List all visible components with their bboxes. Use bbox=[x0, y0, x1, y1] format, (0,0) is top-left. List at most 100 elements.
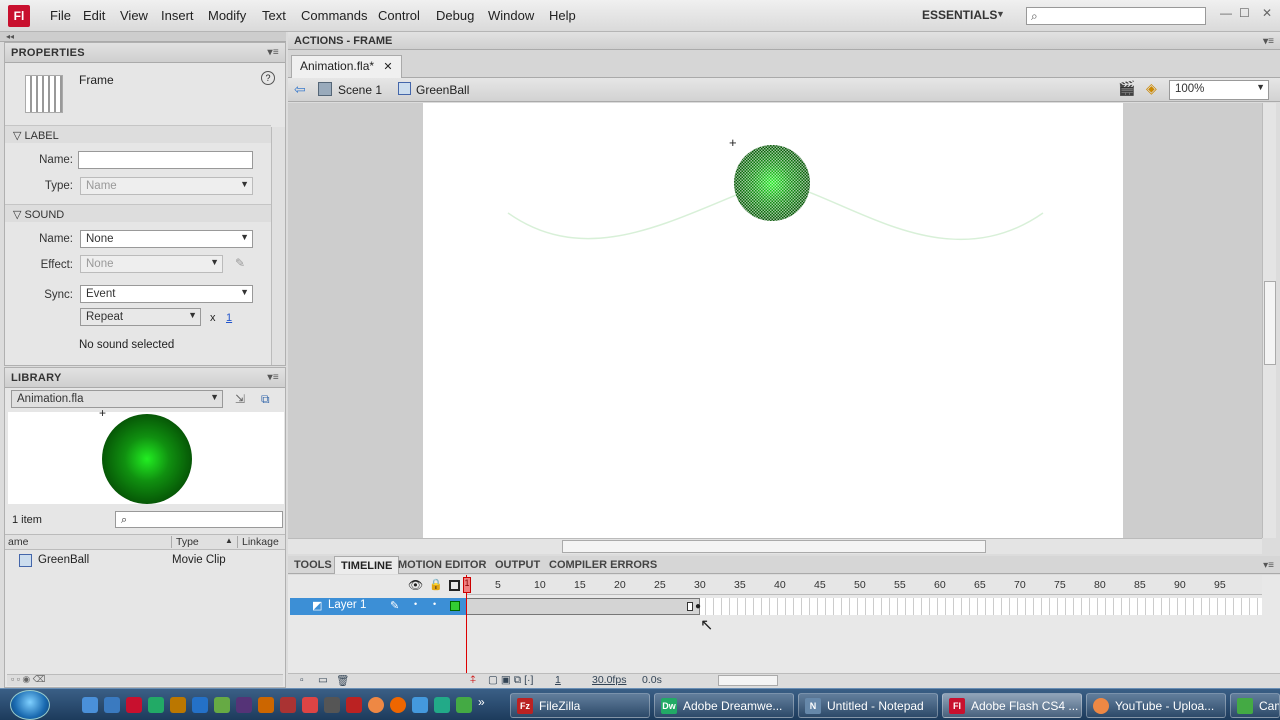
panel-menu-icon[interactable]: ▾≡ bbox=[1263, 560, 1274, 571]
task-filezilla[interactable]: Fz FileZilla bbox=[510, 693, 650, 718]
menu-help[interactable]: Help bbox=[549, 8, 576, 23]
breadcrumb-symbol[interactable]: GreenBall bbox=[416, 83, 469, 97]
help-icon[interactable]: ? bbox=[261, 71, 275, 85]
quicklaunch-flash-icon[interactable] bbox=[126, 697, 142, 713]
stage[interactable]: + bbox=[423, 103, 1123, 538]
zoom-select[interactable]: 100% ▼ bbox=[1169, 80, 1269, 100]
frame-name-input[interactable] bbox=[78, 151, 253, 169]
quicklaunch-app-icon[interactable] bbox=[280, 697, 296, 713]
repeat-select[interactable]: Repeat ▼ bbox=[80, 308, 201, 326]
close-tab-icon[interactable]: ✕ bbox=[383, 61, 392, 73]
actions-panel-header[interactable]: ACTIONS - FRAME ▾≡ bbox=[288, 32, 1280, 50]
new-layer-icon[interactable]: ▫ bbox=[300, 674, 304, 686]
col-linkage[interactable]: Linkage bbox=[237, 536, 279, 548]
edit-symbols-icon[interactable]: ◈ bbox=[1146, 80, 1157, 97]
quicklaunch-firefox-icon[interactable] bbox=[390, 697, 406, 713]
sound-section-header[interactable]: ▽ SOUND bbox=[5, 204, 271, 222]
quicklaunch-premiere-icon[interactable] bbox=[236, 697, 252, 713]
green-ball-instance[interactable] bbox=[734, 145, 810, 221]
document-tab[interactable]: Animation.fla* ✕ bbox=[291, 55, 402, 79]
menu-debug[interactable]: Debug bbox=[436, 8, 474, 23]
timeline-scroll-thumb[interactable] bbox=[718, 675, 778, 686]
quicklaunch-chrome-icon[interactable] bbox=[368, 697, 384, 713]
quicklaunch-photoshop-icon[interactable] bbox=[192, 697, 208, 713]
frame-rate[interactable]: 30.0fps bbox=[592, 674, 626, 686]
quicklaunch-desktop-icon[interactable] bbox=[82, 697, 98, 713]
quicklaunch-app2-icon[interactable] bbox=[434, 697, 450, 713]
quicklaunch-soundbooth-icon[interactable] bbox=[214, 697, 230, 713]
task-flash[interactable]: Fl Adobe Flash CS4 ... bbox=[942, 693, 1082, 718]
quicklaunch-illustrator-icon[interactable] bbox=[258, 697, 274, 713]
workspace-switcher[interactable]: ESSENTIALS bbox=[922, 8, 997, 22]
quicklaunch-ie-icon[interactable] bbox=[412, 697, 428, 713]
quicklaunch-bridge-icon[interactable] bbox=[170, 697, 186, 713]
horizontal-scroll-thumb[interactable] bbox=[562, 540, 986, 553]
menu-modify[interactable]: Modify bbox=[208, 8, 246, 23]
col-name[interactable]: ame bbox=[8, 536, 28, 548]
task-dreamweaver[interactable]: Dw Adobe Dreamwe... bbox=[654, 693, 794, 718]
breadcrumb-scene[interactable]: Scene 1 bbox=[338, 83, 382, 97]
task-notepad[interactable]: N Untitled - Notepad bbox=[798, 693, 938, 718]
menu-window[interactable]: Window bbox=[488, 8, 534, 23]
visibility-dot-icon[interactable]: • bbox=[414, 599, 417, 609]
layer-row[interactable]: ◩ Layer 1 ✎ • • bbox=[290, 598, 466, 615]
delete-layer-icon[interactable]: 🗑 bbox=[336, 674, 349, 687]
center-frame-icon[interactable]: ⍏ bbox=[470, 674, 476, 687]
quicklaunch-acrobat-icon[interactable] bbox=[302, 697, 318, 713]
onion-skin-icons[interactable]: ▢ ▣ ⧉ [·] bbox=[488, 674, 533, 687]
tab-output[interactable]: OUTPUT bbox=[489, 556, 546, 574]
tab-tools[interactable]: TOOLS bbox=[288, 556, 338, 574]
task-chrome[interactable]: YouTube - Uploa... bbox=[1086, 693, 1226, 718]
current-frame[interactable]: 1 bbox=[555, 674, 561, 686]
lock-dot-icon[interactable]: • bbox=[433, 599, 436, 609]
repeat-count[interactable]: 1 bbox=[226, 312, 232, 324]
properties-scrollbar[interactable] bbox=[271, 127, 285, 365]
quicklaunch-dreamweaver-icon[interactable] bbox=[148, 697, 164, 713]
minimize-icon[interactable]: — bbox=[1220, 6, 1232, 20]
panel-collapse-bar[interactable]: ◂◂ bbox=[0, 32, 286, 42]
library-search-input[interactable]: ⌕ bbox=[115, 511, 283, 528]
close-icon[interactable]: ✕ bbox=[1262, 6, 1272, 20]
menu-view[interactable]: View bbox=[120, 8, 148, 23]
sync-select[interactable]: Event ▼ bbox=[80, 285, 253, 303]
sort-asc-icon[interactable]: ▲ bbox=[225, 536, 233, 545]
chevron-right-icon[interactable]: » bbox=[478, 695, 485, 709]
tab-compiler-errors[interactable]: COMPILER ERRORS bbox=[543, 556, 663, 574]
library-row[interactable]: GreenBall Movie Clip bbox=[5, 552, 285, 570]
motion-tween-span[interactable]: ● bbox=[466, 598, 701, 615]
help-search-input[interactable]: ⌕ bbox=[1026, 7, 1206, 25]
panel-menu-icon[interactable]: ▾≡ bbox=[268, 47, 279, 58]
col-type[interactable]: Type bbox=[171, 536, 199, 548]
new-folder-icon[interactable]: ▭ bbox=[318, 674, 328, 686]
layer-name[interactable]: Layer 1 bbox=[328, 599, 366, 611]
library-tool-icons[interactable]: ▫ ▫ ◉ ⌫ bbox=[11, 674, 45, 685]
quicklaunch-filezilla-icon[interactable] bbox=[346, 697, 362, 713]
menu-insert[interactable]: Insert bbox=[161, 8, 194, 23]
outline-icon[interactable] bbox=[449, 580, 460, 591]
pasteboard[interactable]: + bbox=[288, 103, 1262, 538]
layer-color-icon[interactable] bbox=[450, 601, 460, 611]
menu-text[interactable]: Text bbox=[262, 8, 286, 23]
library-scrollbar[interactable]: ▫ ▫ ◉ ⌫ bbox=[7, 674, 283, 686]
menu-commands[interactable]: Commands bbox=[301, 8, 367, 23]
label-section-header[interactable]: ▽ LABEL bbox=[5, 125, 271, 143]
vertical-scroll-thumb[interactable] bbox=[1264, 281, 1276, 365]
eye-icon[interactable]: 👁 bbox=[408, 578, 423, 592]
stage-vertical-scrollbar[interactable] bbox=[1262, 103, 1276, 538]
task-camtasia[interactable]: Cam bbox=[1230, 693, 1280, 718]
panel-menu-icon[interactable]: ▾≡ bbox=[268, 372, 279, 383]
menu-control[interactable]: Control bbox=[378, 8, 420, 23]
frames-row[interactable]: ● bbox=[466, 598, 1262, 615]
frame-ruler[interactable]: 5 10 15 20 25 30 35 40 45 50 55 60 65 70… bbox=[466, 575, 1262, 595]
tab-motion-editor[interactable]: MOTION EDITOR bbox=[392, 556, 492, 574]
edit-scene-icon[interactable]: 🎬 bbox=[1118, 80, 1135, 97]
new-library-panel-icon[interactable]: ⧉ bbox=[261, 392, 270, 407]
quicklaunch-3ds-icon[interactable] bbox=[324, 697, 340, 713]
back-arrow-icon[interactable]: ⇦ bbox=[294, 81, 306, 98]
stage-horizontal-scrollbar[interactable] bbox=[288, 538, 1262, 554]
maximize-icon[interactable]: ☐ bbox=[1239, 6, 1250, 20]
panel-menu-icon[interactable]: ▾≡ bbox=[1263, 36, 1274, 47]
quicklaunch-explorer-icon[interactable] bbox=[104, 697, 120, 713]
menu-file[interactable]: File bbox=[50, 8, 71, 23]
playhead-handle[interactable]: 1 bbox=[463, 577, 471, 593]
